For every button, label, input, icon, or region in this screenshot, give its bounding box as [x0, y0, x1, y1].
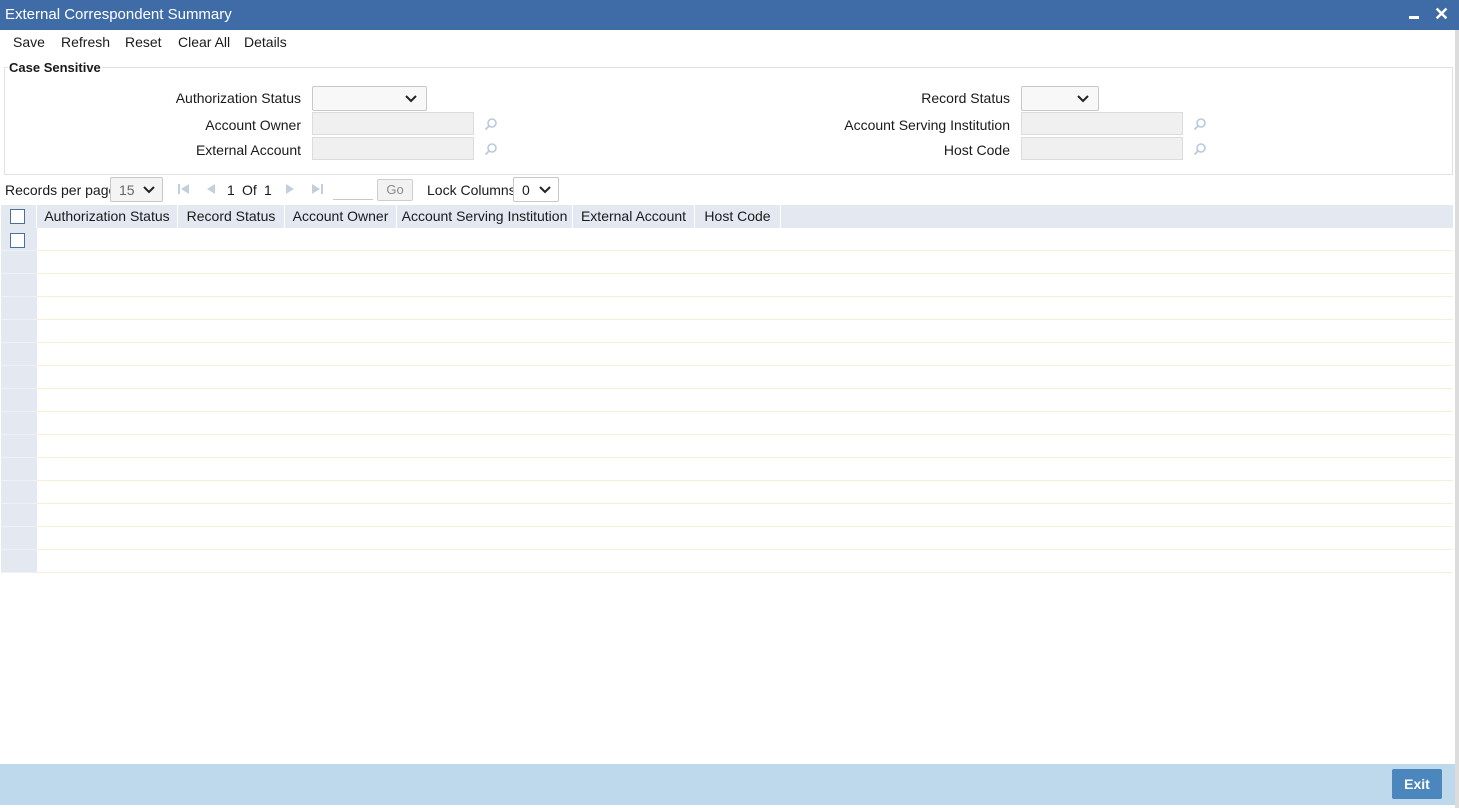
row-selector-cell: [1, 481, 37, 504]
table-row: [37, 435, 1453, 458]
chevron-down-icon: [143, 186, 155, 194]
row-selector-cell: [1, 297, 37, 320]
records-per-page-select[interactable]: 15: [110, 177, 163, 202]
row-selector-cell: [1, 251, 37, 274]
clear-all-button[interactable]: Clear All: [178, 34, 230, 50]
exit-button[interactable]: Exit: [1392, 769, 1442, 799]
column-header-external-account[interactable]: External Account: [573, 205, 695, 228]
row-selector-cell: [1, 504, 37, 527]
total-pages: 1: [264, 182, 272, 198]
host-code-label: Host Code: [943, 142, 1010, 158]
details-button[interactable]: Details: [244, 34, 287, 50]
minimize-icon[interactable]: [1407, 3, 1421, 25]
lock-columns-label: Lock Columns: [427, 182, 516, 198]
select-all-cell: [1, 205, 37, 228]
refresh-button[interactable]: Refresh: [61, 34, 110, 50]
table-row: [37, 297, 1453, 320]
search-lov-icon[interactable]: [484, 142, 498, 156]
column-header-account-owner[interactable]: Account Owner: [285, 205, 397, 228]
table-row: [37, 412, 1453, 435]
save-button[interactable]: Save: [13, 34, 45, 50]
pagination-bar: Records per page 15 1 Of 1 Lock Columns …: [0, 176, 1459, 204]
account-serving-institution-input[interactable]: [1021, 112, 1183, 135]
row-selector-cell: [1, 527, 37, 550]
account-serving-institution-label: Account Serving Institution: [844, 117, 1010, 133]
column-header-host-code[interactable]: Host Code: [695, 205, 781, 228]
row-selector-cell: [1, 458, 37, 481]
table-row: [37, 389, 1453, 412]
go-button[interactable]: Go: [377, 179, 413, 201]
row-selector-cell: [1, 343, 37, 366]
prev-page-icon[interactable]: [204, 182, 218, 196]
row-selector-cell: [1, 274, 37, 297]
row-selector-cell: [1, 389, 37, 412]
host-code-input[interactable]: [1021, 137, 1183, 160]
footer-bar: [0, 764, 1455, 805]
of-label: Of: [242, 182, 257, 198]
chevron-down-icon: [539, 186, 551, 194]
lock-columns-select[interactable]: 0: [513, 177, 559, 202]
results-grid-header: Authorization Status Record Status Accou…: [1, 205, 1453, 228]
select-all-checkbox[interactable]: [10, 209, 25, 224]
table-row: [37, 343, 1453, 366]
table-row: [37, 320, 1453, 343]
window-title: External Correspondent Summary: [5, 6, 232, 23]
row-selector-cell: [1, 228, 37, 251]
table-row: [37, 251, 1453, 274]
record-status-label: Record Status: [921, 90, 1010, 106]
search-lov-icon[interactable]: [1193, 117, 1207, 131]
row-selector-cell: [1, 435, 37, 458]
column-header-account-serving-institution[interactable]: Account Serving Institution: [397, 205, 573, 228]
records-per-page-label: Records per page: [5, 182, 117, 198]
authorization-status-select[interactable]: [312, 86, 427, 111]
record-status-select[interactable]: [1021, 86, 1099, 111]
chevron-down-icon: [1077, 95, 1089, 103]
account-owner-label: Account Owner: [205, 117, 301, 133]
table-row: [37, 228, 1453, 251]
authorization-status-label: Authorization Status: [175, 90, 301, 106]
row-selector-cell: [1, 550, 37, 573]
row-selector-cell: [1, 412, 37, 435]
row-selector-cell: [1, 320, 37, 343]
external-account-input[interactable]: [312, 137, 474, 160]
case-sensitive-legend: Case Sensitive: [8, 60, 102, 75]
table-row: [37, 481, 1453, 504]
table-row: [37, 504, 1453, 527]
column-header-authorization-status[interactable]: Authorization Status: [37, 205, 178, 228]
table-row: [37, 458, 1453, 481]
table-row: [37, 527, 1453, 550]
toolbar: Save Refresh Reset Clear All Details: [0, 30, 1459, 55]
row-selector-cell: [1, 366, 37, 389]
next-page-icon[interactable]: [283, 182, 297, 196]
external-account-label: External Account: [195, 142, 301, 158]
table-row: [37, 366, 1453, 389]
search-lov-icon[interactable]: [1193, 142, 1207, 156]
search-lov-icon[interactable]: [484, 117, 498, 131]
lock-columns-value: 0: [522, 182, 530, 198]
chevron-down-icon: [405, 95, 417, 103]
records-per-page-value: 15: [119, 182, 135, 198]
current-page: 1: [227, 182, 235, 198]
first-page-icon[interactable]: [177, 182, 191, 196]
window-border: [1455, 30, 1459, 808]
go-to-page-input[interactable]: [333, 180, 373, 200]
reset-button[interactable]: Reset: [125, 34, 162, 50]
title-bar: External Correspondent Summary ✕: [0, 0, 1459, 30]
last-page-icon[interactable]: [310, 182, 324, 196]
table-row: [37, 274, 1453, 297]
table-row: [37, 550, 1453, 573]
close-icon[interactable]: ✕: [1434, 4, 1449, 24]
column-header-record-status[interactable]: Record Status: [178, 205, 285, 228]
account-owner-input[interactable]: [312, 112, 474, 135]
